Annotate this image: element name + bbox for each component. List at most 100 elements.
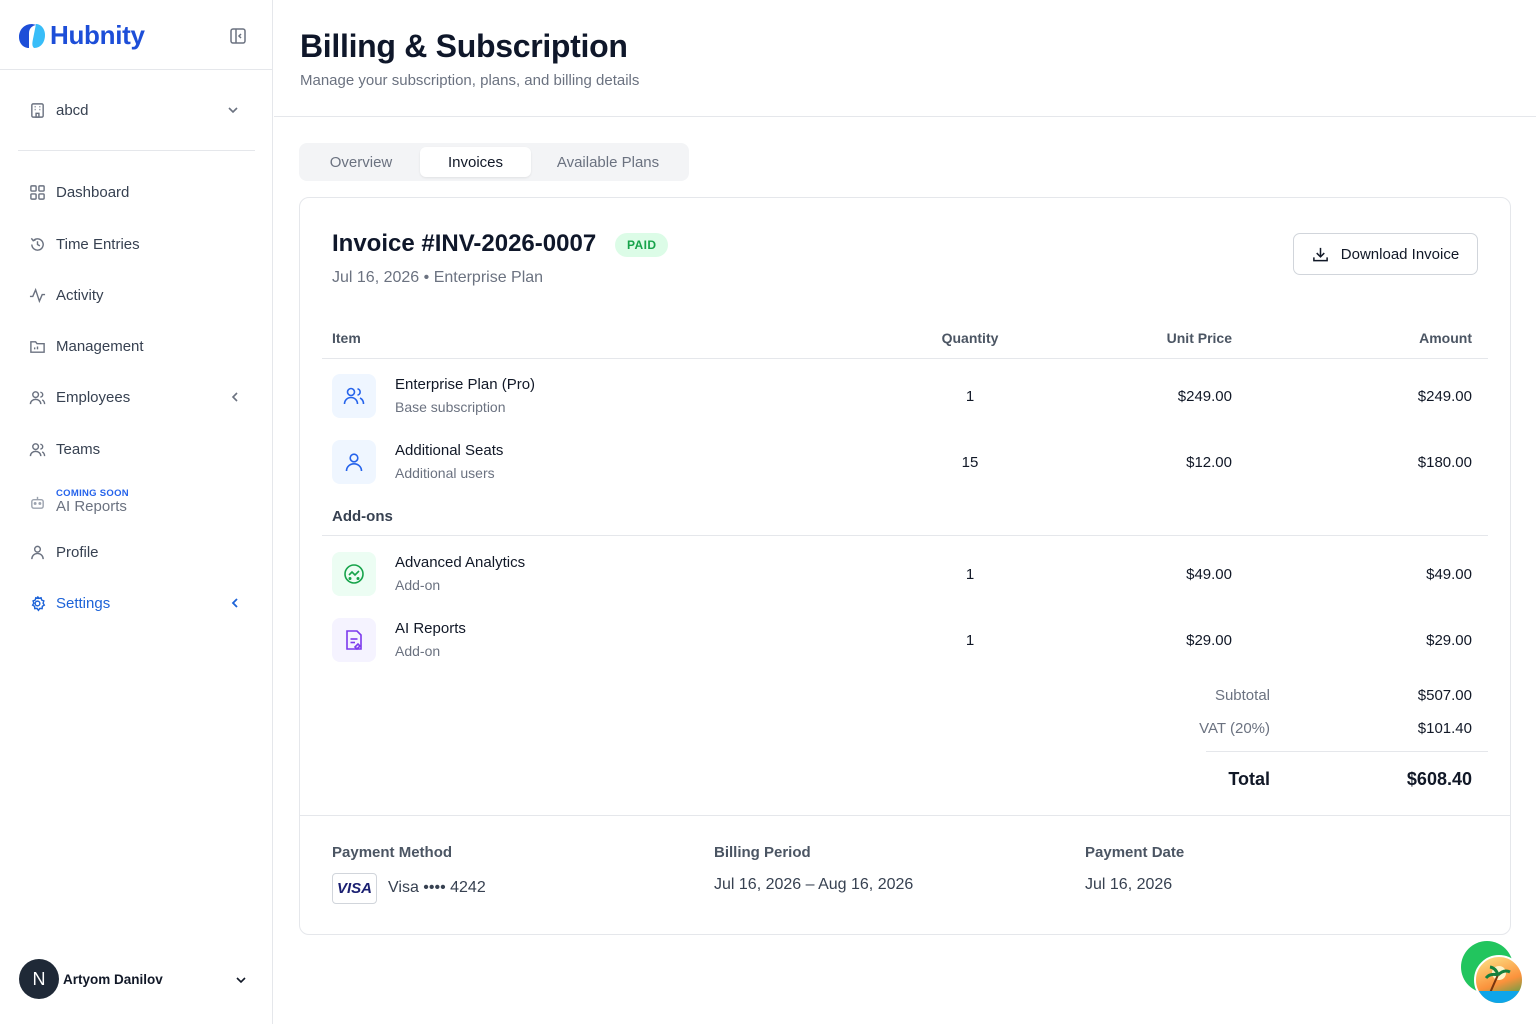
- activity-icon: [29, 287, 46, 303]
- column-header-quantity: Quantity: [941, 330, 999, 346]
- sidebar-item-management[interactable]: Management: [18, 326, 255, 366]
- tab-overview[interactable]: Overview: [303, 147, 419, 177]
- app-logo[interactable]: Hubnity: [18, 20, 145, 51]
- sidebar-item-profile[interactable]: Profile: [18, 532, 255, 572]
- invoice-title: Invoice #INV-2026-0007: [332, 230, 597, 257]
- page-title: Billing & Subscription: [300, 28, 628, 64]
- header-divider: [274, 116, 1536, 117]
- billing-period-value: Jul 16, 2026 – Aug 16, 2026: [714, 876, 914, 893]
- item-amount: $29.00: [1426, 632, 1472, 649]
- payment-method-label: Payment Method: [332, 844, 453, 861]
- avatar: N: [19, 959, 59, 999]
- user-name: Artyom Danilov: [63, 971, 163, 987]
- item-unit-price: $12.00: [1186, 454, 1232, 471]
- hubnity-logo-icon: [19, 23, 45, 48]
- subtotal-label: Subtotal: [1214, 687, 1270, 704]
- building-icon: [31, 102, 44, 118]
- sidebar-item-activity[interactable]: Activity: [18, 275, 255, 315]
- sidebar-item-settings[interactable]: Settings: [18, 583, 255, 623]
- table-divider: [322, 358, 1488, 359]
- payment-date-value: Jul 16, 2026: [1085, 876, 1173, 893]
- invoice-plan: Enterprise Plan: [433, 269, 544, 286]
- users-icon: [29, 390, 46, 404]
- tab-available-plans[interactable]: Available Plans: [533, 147, 683, 177]
- item-name: Advanced Analytics: [395, 554, 526, 571]
- item-amount: $49.00: [1426, 566, 1472, 583]
- item-unit-price: $49.00: [1186, 566, 1232, 583]
- sidebar-item-dashboard[interactable]: Dashboard: [18, 172, 255, 212]
- download-invoice-button[interactable]: Download Invoice: [1293, 233, 1478, 275]
- sidebar-item-label: Management: [56, 337, 144, 355]
- team-icon: [29, 442, 46, 456]
- table-divider: [322, 535, 1488, 536]
- item-name: Additional Seats: [395, 442, 504, 459]
- separator-dot: •: [423, 269, 434, 286]
- sidebar-item-label: Employees: [56, 388, 131, 406]
- item-description: Base subscription: [395, 399, 506, 415]
- sidebar-item-employees[interactable]: Employees: [18, 377, 255, 417]
- chevron-down-icon: [236, 977, 246, 984]
- user-menu[interactable]: N Artyom Danilov: [19, 958, 255, 1000]
- users-icon: [332, 374, 376, 418]
- item-unit-price: $29.00: [1186, 632, 1232, 649]
- total-value: $608.40: [1406, 769, 1472, 789]
- total-label: Total: [1228, 769, 1270, 789]
- user-icon: [332, 440, 376, 484]
- page-subtitle: Manage your subscription, plans, and bil…: [300, 72, 640, 89]
- total-divider: [1206, 751, 1488, 752]
- sidebar-collapse-button[interactable]: [229, 27, 247, 45]
- column-header-item: Item: [332, 330, 361, 346]
- billing-period-label: Billing Period: [714, 844, 811, 861]
- invoice-card: Invoice #INV-2026-0007 PAID Jul 16, 2026…: [299, 197, 1511, 935]
- app-name: Hubnity: [50, 20, 145, 50]
- chevron-down-icon: [228, 107, 238, 114]
- column-header-amount: Amount: [1419, 330, 1472, 346]
- sidebar-item-label: AI Reports: [56, 497, 127, 515]
- item-quantity: 1: [965, 566, 975, 583]
- sidebar-divider: [0, 69, 272, 70]
- sidebar-item-label: Time Entries: [56, 235, 140, 253]
- sidebar-divider: [18, 150, 255, 151]
- item-quantity: 1: [965, 388, 975, 405]
- sidebar-item-teams[interactable]: Teams: [18, 429, 255, 469]
- invoice-meta: Jul 16, 2026 • Enterprise Plan: [332, 269, 543, 287]
- item-description: Additional users: [395, 465, 495, 481]
- item-unit-price: $249.00: [1177, 388, 1232, 405]
- sidebar-item-label: Teams: [56, 440, 101, 458]
- workspace-selector[interactable]: abcd: [18, 90, 255, 130]
- gear-icon: [31, 595, 46, 611]
- robot-icon: [31, 496, 44, 509]
- download-icon: [1312, 247, 1328, 261]
- sidebar-toggle-icon: [230, 28, 246, 44]
- item-amount: $249.00: [1417, 388, 1472, 405]
- sidebar-item-time-entries[interactable]: Time Entries: [18, 224, 255, 264]
- sidebar-item-label: Activity: [56, 286, 104, 304]
- item-quantity: 1: [965, 632, 975, 649]
- invoice-date: Jul 16, 2026: [332, 269, 420, 286]
- assistant-avatar-icon[interactable]: [1474, 955, 1524, 1005]
- card-footer-divider: [300, 815, 1510, 816]
- analytics-icon: [332, 552, 376, 596]
- payment-date-label: Payment Date: [1085, 844, 1185, 861]
- item-name: Enterprise Plan (Pro): [395, 376, 536, 393]
- user-icon: [31, 545, 44, 559]
- download-invoice-label: Download Invoice: [1340, 245, 1460, 263]
- item-quantity: 15: [961, 454, 979, 471]
- tab-invoices[interactable]: Invoices: [420, 147, 531, 177]
- item-description: Add-on: [395, 643, 441, 659]
- sidebar-item-label: Dashboard: [56, 183, 130, 201]
- vat-label: VAT (20%): [1199, 720, 1270, 737]
- sidebar: Hubnity abcd Dashboard Time Entries Acti…: [0, 0, 273, 1024]
- sidebar-item-label: Profile: [56, 543, 99, 561]
- sidebar-item-label: Settings: [56, 594, 111, 612]
- item-description: Add-on: [395, 577, 441, 593]
- chevron-left-icon: [231, 392, 238, 402]
- vat-value: $101.40: [1417, 720, 1472, 737]
- workspace-name: abcd: [56, 101, 89, 119]
- grid-icon: [30, 184, 45, 200]
- visa-card-icon: VISA: [332, 873, 377, 904]
- sidebar-item-ai-reports[interactable]: COMING SOON AI Reports: [18, 481, 255, 523]
- chevron-left-icon: [231, 598, 238, 608]
- item-amount: $180.00: [1417, 454, 1472, 471]
- history-icon: [30, 237, 44, 251]
